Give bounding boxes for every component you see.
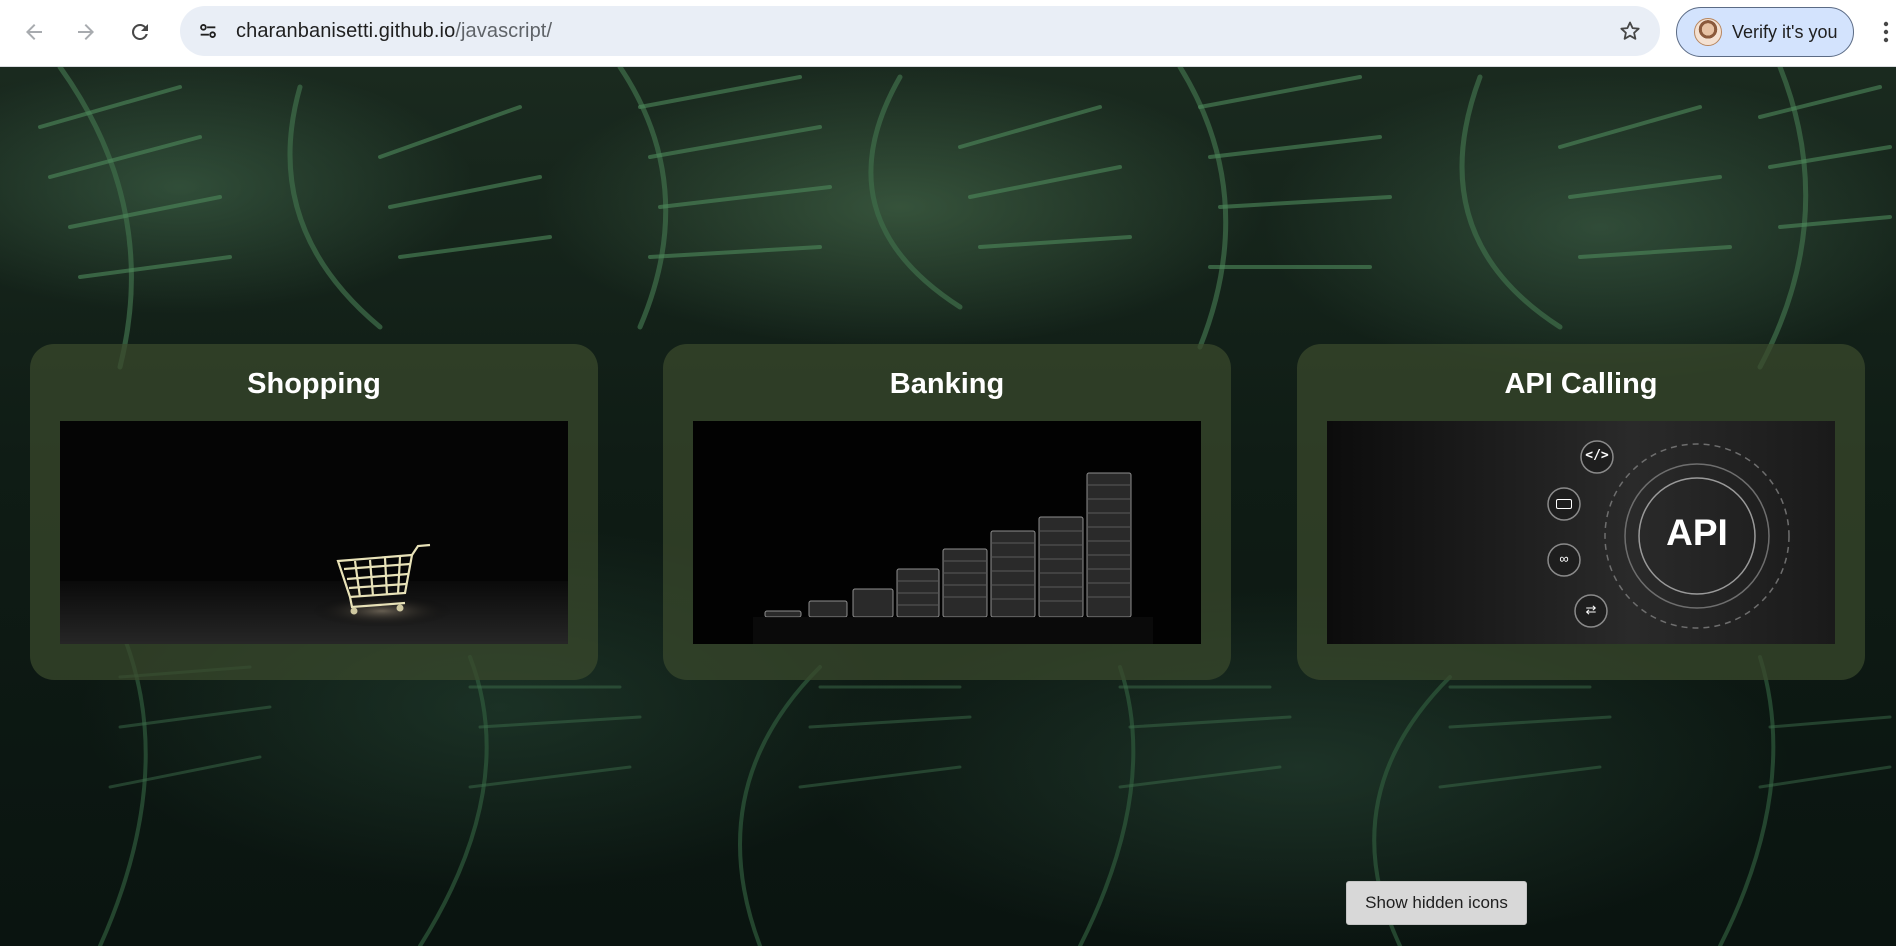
card-title: Shopping (247, 368, 381, 400)
show-hidden-icons-tooltip[interactable]: Show hidden icons (1346, 881, 1527, 925)
tune-icon (200, 24, 216, 38)
card-banking[interactable]: Banking (663, 344, 1231, 680)
coin-stacks-image (693, 421, 1201, 644)
star-icon (1620, 21, 1640, 40)
reload-button[interactable] (120, 12, 160, 52)
card-title: API Calling (1504, 368, 1658, 400)
coin-stacks-icon (693, 421, 1201, 644)
reload-icon (132, 24, 148, 40)
avatar (1694, 18, 1722, 46)
card-api-calling[interactable]: API Calling API </> ∞ ⇄ (1297, 344, 1865, 680)
address-bar[interactable]: charanbanisetti.github.io/javascript/ (180, 6, 1660, 56)
link-icon: ∞ (1559, 551, 1569, 566)
browser-toolbar: charanbanisetti.github.io/javascript/ Ve… (0, 0, 1896, 67)
verify-label: Verify it's you (1732, 21, 1838, 42)
keyboard-icon (1556, 499, 1572, 509)
arrow-right-icon (78, 24, 94, 40)
card-title: Banking (889, 368, 1005, 400)
api-label: API (1666, 512, 1728, 553)
more-vert-icon (1883, 21, 1889, 43)
shopping-cart-image (60, 421, 568, 644)
bookmark-button[interactable] (1612, 13, 1648, 49)
profile-verify-button[interactable]: Verify it's you (1676, 7, 1854, 57)
api-image: API </> ∞ ⇄ (1327, 421, 1835, 644)
forward-button[interactable] (66, 12, 106, 52)
page-content: Shopping Banking API Calling API </> ∞ ⇄… (0, 67, 1896, 946)
browser-menu-button[interactable] (1876, 16, 1896, 48)
shopping-cart-icon (60, 421, 568, 644)
site-info-button[interactable] (190, 13, 226, 49)
url-domain: charanbanisetti.github.io (236, 19, 456, 42)
url-text[interactable]: charanbanisetti.github.io/javascript/ (236, 20, 552, 43)
back-button[interactable] (14, 12, 54, 52)
code-icon: </> (1585, 448, 1609, 463)
card-shopping[interactable]: Shopping (30, 344, 598, 680)
arrow-left-icon (26, 24, 42, 40)
swap-icon: ⇄ (1585, 602, 1597, 617)
api-network-icon (1327, 421, 1835, 644)
url-path: /javascript/ (455, 19, 553, 42)
